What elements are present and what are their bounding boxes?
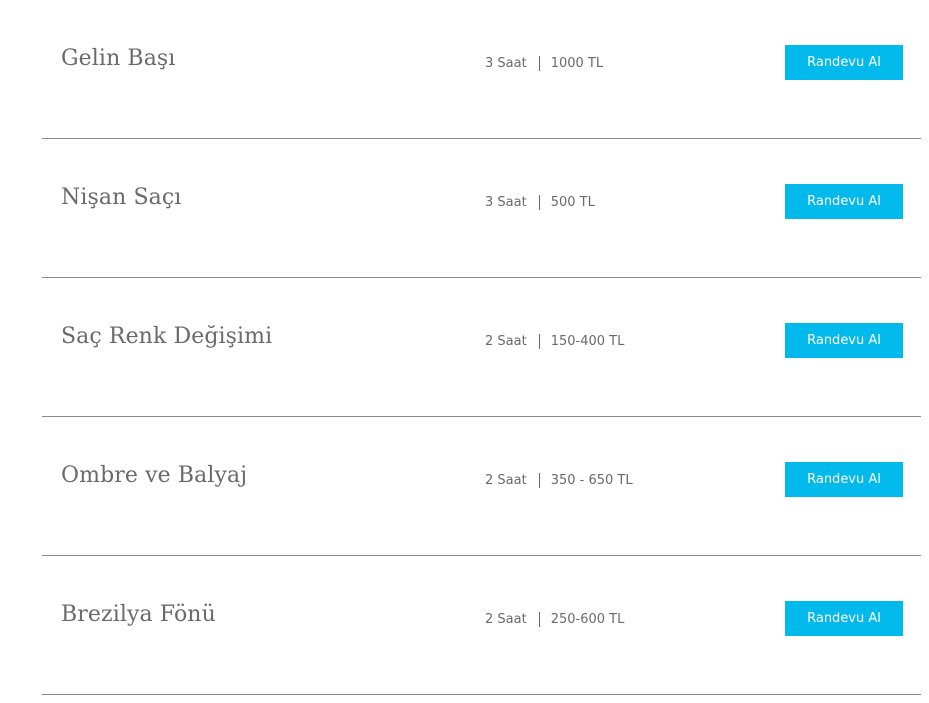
meta-divider — [538, 333, 540, 349]
service-row-nisan-saci: Nişan Saçı 3 Saat 500 TL Randevu Al — [42, 139, 921, 278]
service-row-ombre-ve-balyaj: Ombre ve Balyaj 2 Saat 350 - 650 TL Rand… — [42, 417, 921, 556]
service-list: Gelin Başı 3 Saat 1000 TL Randevu Al Niş… — [42, 0, 921, 695]
service-meta: 3 Saat 500 TL — [485, 193, 595, 211]
book-appointment-button[interactable]: Randevu Al — [785, 184, 903, 219]
meta-divider — [538, 55, 540, 71]
service-price: 500 TL — [550, 194, 595, 210]
service-name: Nişan Saçı — [61, 185, 182, 210]
service-meta: 2 Saat 350 - 650 TL — [485, 471, 633, 489]
service-duration: 2 Saat — [485, 611, 527, 627]
book-appointment-button[interactable]: Randevu Al — [785, 601, 903, 636]
service-row-brezilya-fonu: Brezilya Fönü 2 Saat 250-600 TL Randevu … — [42, 556, 921, 695]
service-name: Saç Renk Değişimi — [61, 324, 273, 349]
service-duration: 2 Saat — [485, 333, 527, 349]
service-meta: 3 Saat 1000 TL — [485, 54, 603, 72]
book-appointment-button[interactable]: Randevu Al — [785, 45, 903, 80]
service-name: Brezilya Fönü — [61, 602, 216, 627]
service-price: 150-400 TL — [550, 333, 625, 349]
meta-divider — [538, 472, 540, 488]
service-price: 350 - 650 TL — [550, 472, 633, 488]
book-appointment-button[interactable]: Randevu Al — [785, 323, 903, 358]
service-duration: 3 Saat — [485, 55, 527, 71]
service-name: Ombre ve Balyaj — [61, 463, 248, 488]
meta-divider — [538, 194, 540, 210]
book-appointment-button[interactable]: Randevu Al — [785, 462, 903, 497]
service-meta: 2 Saat 250-600 TL — [485, 610, 624, 628]
meta-divider — [538, 611, 540, 627]
service-duration: 3 Saat — [485, 194, 527, 210]
service-row-sac-renk-degisimi: Saç Renk Değişimi 2 Saat 150-400 TL Rand… — [42, 278, 921, 417]
service-name: Gelin Başı — [61, 46, 176, 71]
service-price: 250-600 TL — [550, 611, 625, 627]
service-price: 1000 TL — [550, 55, 604, 71]
service-meta: 2 Saat 150-400 TL — [485, 332, 624, 350]
service-duration: 2 Saat — [485, 472, 527, 488]
service-row-gelin-basi: Gelin Başı 3 Saat 1000 TL Randevu Al — [42, 0, 921, 139]
